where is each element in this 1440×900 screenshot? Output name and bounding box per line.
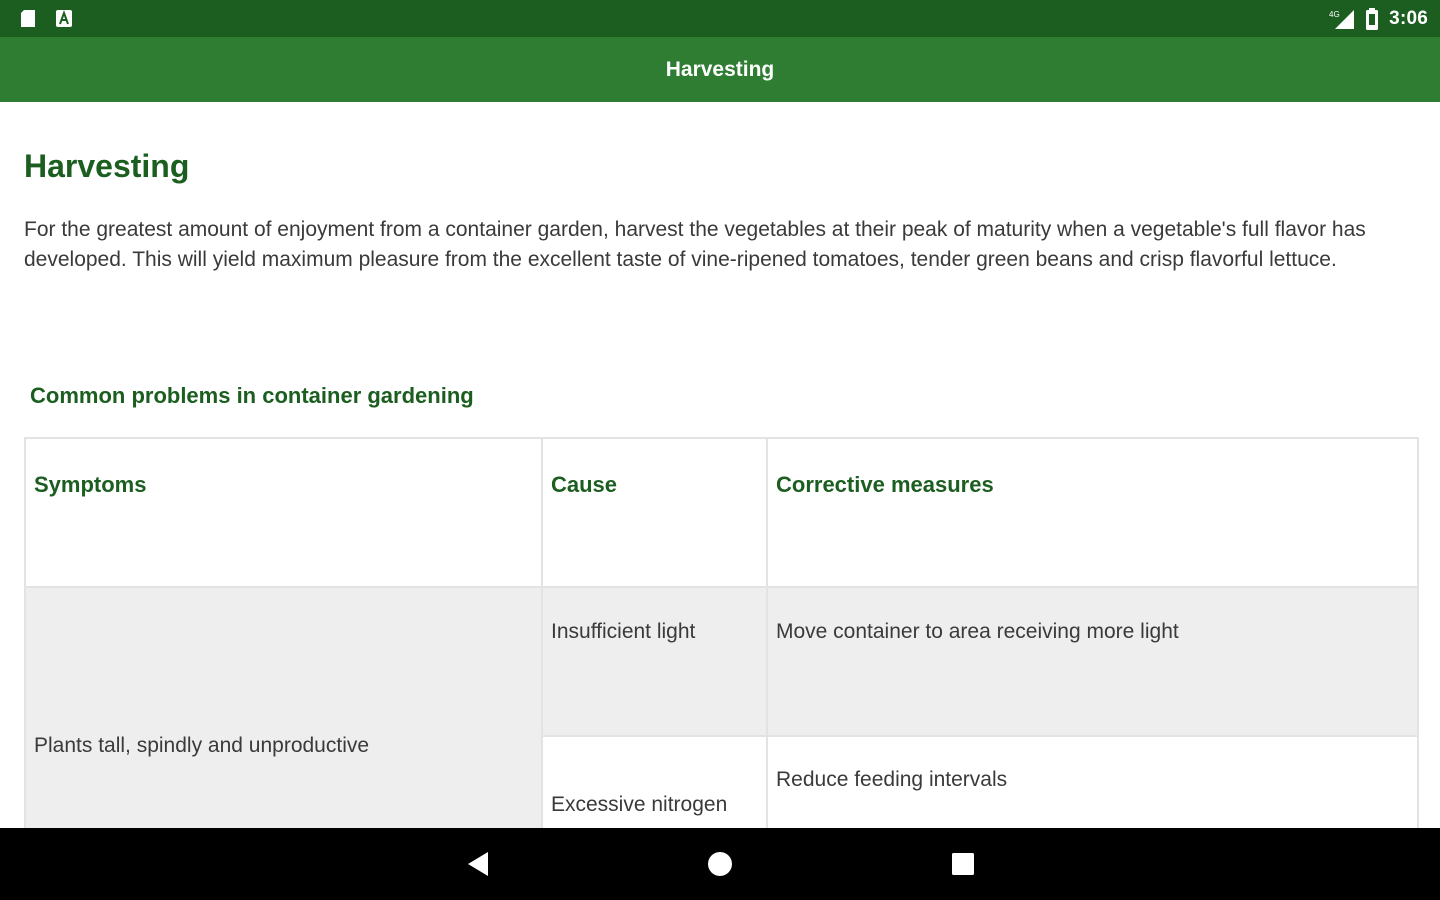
home-button[interactable] — [704, 848, 736, 880]
battery-icon — [1366, 7, 1379, 30]
header-symptoms: Symptoms — [24, 437, 543, 588]
network-label: 4G — [1329, 10, 1340, 19]
recents-icon — [952, 853, 974, 875]
measure-cell: Move container to area receiving more li… — [766, 586, 1419, 737]
header-cause: Cause — [541, 437, 768, 588]
cause-cell: Insufficient light — [541, 586, 768, 737]
a-icon — [56, 10, 72, 27]
article-content[interactable]: Harvesting For the greatest amount of en… — [0, 102, 1440, 828]
page-heading: Harvesting — [24, 148, 190, 184]
sd-card-icon — [21, 10, 35, 27]
signal-icon: 4G — [1329, 9, 1355, 29]
measure-cell: Reduce feeding intervals — [766, 735, 1419, 828]
header-corrective-measures: Corrective measures — [766, 437, 1419, 588]
app-toolbar: Harvesting — [0, 37, 1440, 102]
home-icon — [708, 852, 732, 876]
navigation-bar — [0, 828, 1440, 900]
section-heading: Common problems in container gardening — [30, 383, 474, 408]
problems-table: Symptoms Cause Corrective measures Plant… — [24, 437, 1419, 828]
symptom-cell: Plants tall, spindly and unproductive — [24, 586, 543, 828]
status-time: 3:06 — [1389, 7, 1428, 29]
status-bar: 4G 3:06 — [0, 0, 1440, 37]
back-button[interactable] — [462, 848, 494, 880]
cause-cell: Excessive nitrogen — [541, 735, 768, 828]
recents-button[interactable] — [947, 848, 979, 880]
status-right-group: 4G 3:06 — [1329, 0, 1428, 37]
intro-paragraph: For the greatest amount of enjoyment fro… — [24, 218, 1366, 271]
table-row: Plants tall, spindly and unproductive In… — [24, 586, 1419, 828]
table-header-row: Symptoms Cause Corrective measures — [24, 437, 1419, 588]
toolbar-title: Harvesting — [665, 57, 775, 81]
back-icon — [468, 852, 488, 876]
